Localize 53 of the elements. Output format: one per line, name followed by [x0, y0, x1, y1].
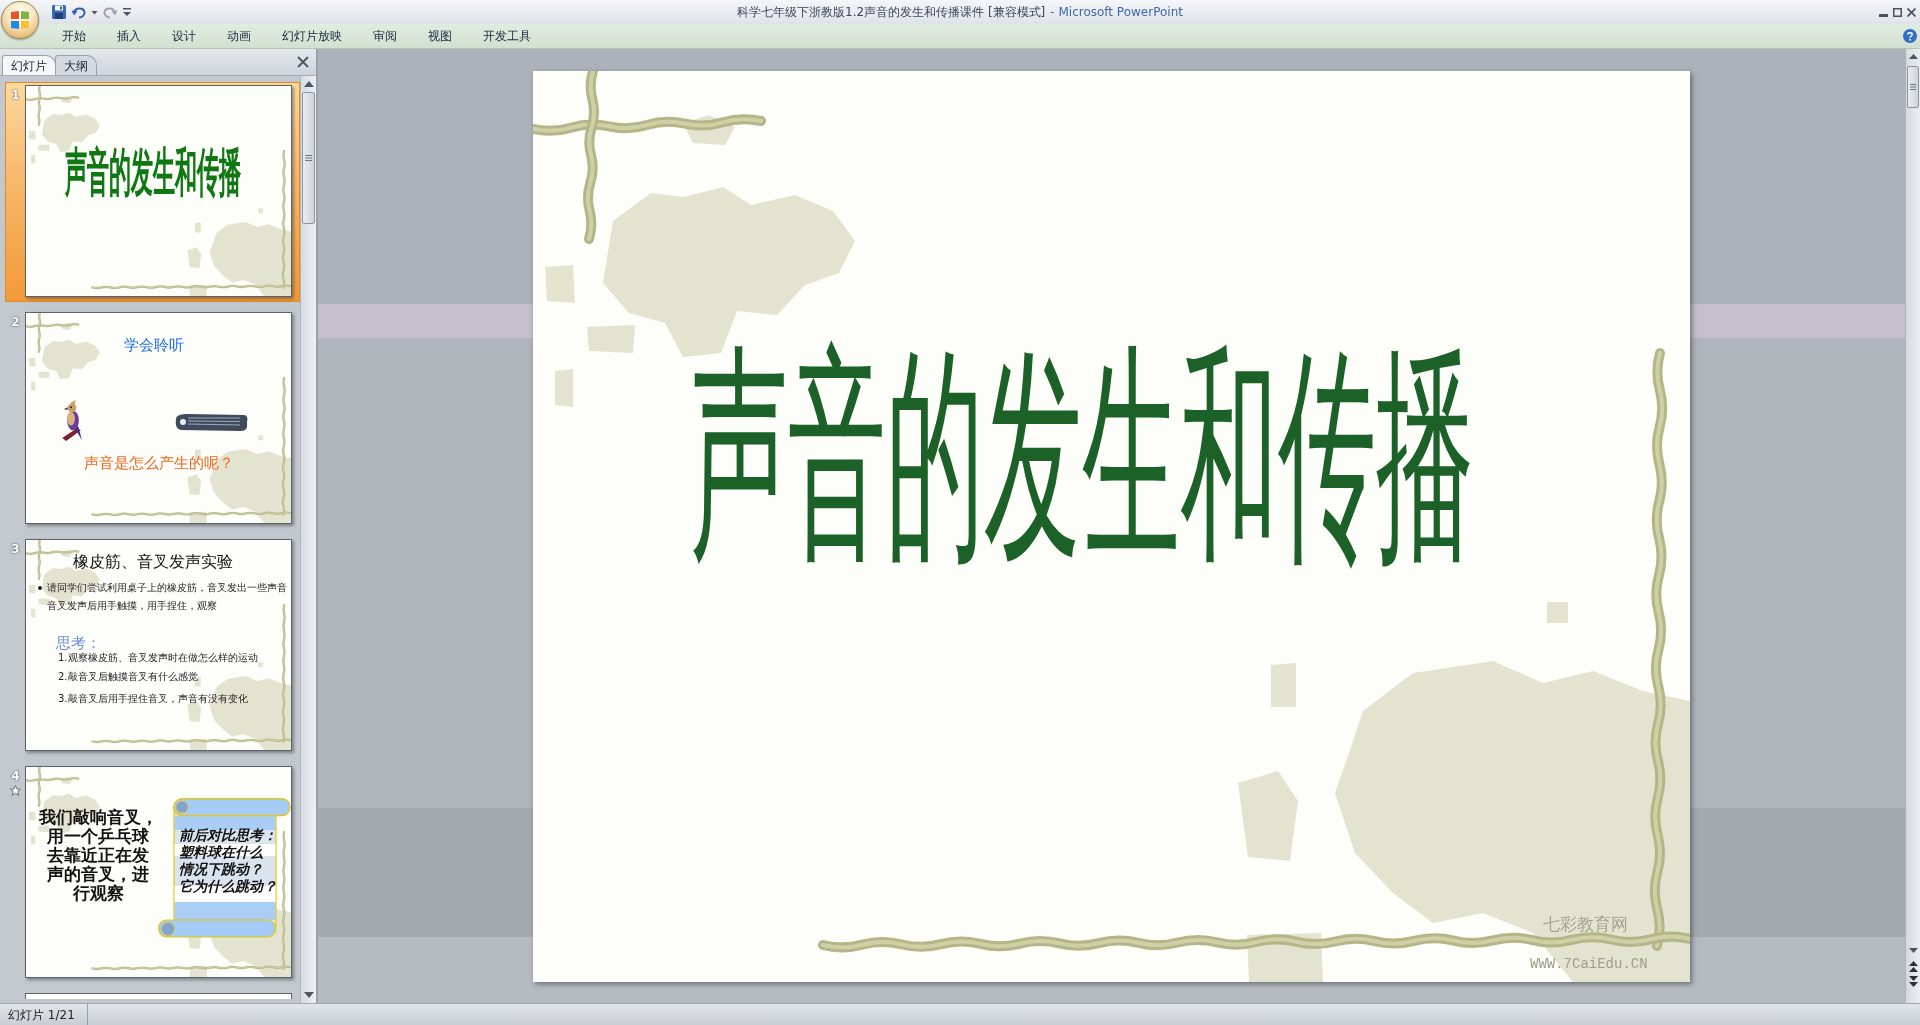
- pane-tab[interactable]: 幻灯片: [2, 55, 56, 75]
- previous-slide-icon[interactable]: [1907, 960, 1919, 973]
- think-label: 思考：: [56, 635, 101, 651]
- bullet-icon: [38, 586, 42, 590]
- question-text: 3.敲音叉后用手捏住音叉，声音有没有变化: [58, 693, 248, 705]
- site-name: 七彩教育网: [1543, 914, 1628, 933]
- slide-number: 3: [11, 543, 20, 556]
- slide-thumbnail[interactable]: 声音的发生和传播: [25, 85, 292, 297]
- slide-number: 2: [11, 316, 20, 329]
- bullet-text: 请同学们尝试利用桌子上的橡皮筋，音叉发出一些声音 音叉发声后用手触摸，用手捏住，观察: [47, 581, 287, 613]
- slide-thumbnail[interactable]: 我们敲响音叉， 用一个乒乓球 去靠近正在发 声的音叉，进 行观察 前后对比思考： 塑料球在什么 情况下跳动？ 它为什么跳动？: [25, 766, 292, 978]
- slide-thumbnail[interactable]: 学会聆听 声音是怎么产生的呢？: [25, 312, 292, 524]
- scrollbar-track[interactable]: [300, 76, 316, 1003]
- slide-counter: 幻灯片 1/21: [0, 1004, 88, 1025]
- next-slide-icon[interactable]: [1907, 975, 1919, 988]
- ribbon-tab[interactable]: 视图: [412, 24, 467, 48]
- slide-body-text: 我们敲响音叉， 用一个乒乓球 去靠近正在发 声的音叉，进 行观察: [38, 808, 158, 903]
- undo-icon[interactable]: [71, 4, 87, 20]
- scrollbar-thumb[interactable]: [1907, 66, 1919, 108]
- ribbon-tab[interactable]: 动画: [211, 24, 266, 48]
- ribbon-tab[interactable]: 插入: [101, 24, 156, 48]
- grip-icon: [1910, 84, 1916, 90]
- ribbon-tab[interactable]: 幻灯片放映: [266, 24, 357, 48]
- ribbon-tab[interactable]: 设计: [156, 24, 211, 48]
- scrollbar-track[interactable]: [1905, 49, 1920, 1003]
- slide-title: 声音的发生和传播: [690, 339, 1474, 570]
- question-text: 2.敲音叉后触摸音叉有什么感觉: [58, 671, 198, 683]
- slide-list-item[interactable]: 1 声音的发生和传播: [5, 82, 300, 302]
- office-logo-icon: [9, 9, 31, 31]
- close-icon[interactable]: [297, 56, 309, 68]
- app-name: - Microsoft PowerPoint: [1050, 4, 1183, 21]
- slide-heading: 学会聆听: [124, 337, 184, 353]
- pane-tab[interactable]: 大纲: [55, 55, 97, 75]
- slide-title: 橡皮筋、音叉发声实验: [73, 554, 233, 570]
- scroll-text: 前后对比思考： 塑料球在什么 情况下跳动？ 它为什么跳动？: [179, 827, 277, 895]
- restore-icon[interactable]: [1893, 7, 1902, 17]
- help-icon[interactable]: [1903, 29, 1917, 43]
- ribbon-tab[interactable]: 开发工具: [467, 24, 546, 48]
- ribbon-tab[interactable]: 审阅: [357, 24, 412, 48]
- close-icon[interactable]: [1907, 7, 1916, 17]
- site-url: WWW.7CaiEdu.CN: [1530, 956, 1648, 972]
- slide-number: 1: [11, 89, 20, 102]
- scrollbar-thumb[interactable]: [302, 92, 315, 224]
- slide-number: 4: [11, 770, 20, 783]
- slide-thumbnail[interactable]: [25, 993, 292, 999]
- document-title: 科学七年级下浙教版1.2声音的发生和传播课件 [兼容模式]: [737, 4, 1046, 21]
- ribbon-tab[interactable]: 开始: [46, 24, 101, 48]
- slide-thumbnail[interactable]: 橡皮筋、音叉发声实验 请同学们尝试利用桌子上的橡皮筋，音叉发出一些声音 音叉发声后用手触摸，用手捏住，观察 思考： 1.观察橡皮筋、音叉发声时在做怎么样的运动 2.敲音叉后触摸音叉有什么感觉 3.敲音叉后用手捏住音叉，声音有没有变化: [25, 539, 292, 751]
- grip-icon: [305, 155, 312, 161]
- question-text: 1.观察橡皮筋、音叉发声时在做怎么样的运动: [58, 652, 258, 664]
- slide-question: 声音是怎么产生的呢？: [84, 455, 234, 471]
- bird-drawing: [61, 399, 85, 442]
- save-icon[interactable]: [51, 4, 67, 20]
